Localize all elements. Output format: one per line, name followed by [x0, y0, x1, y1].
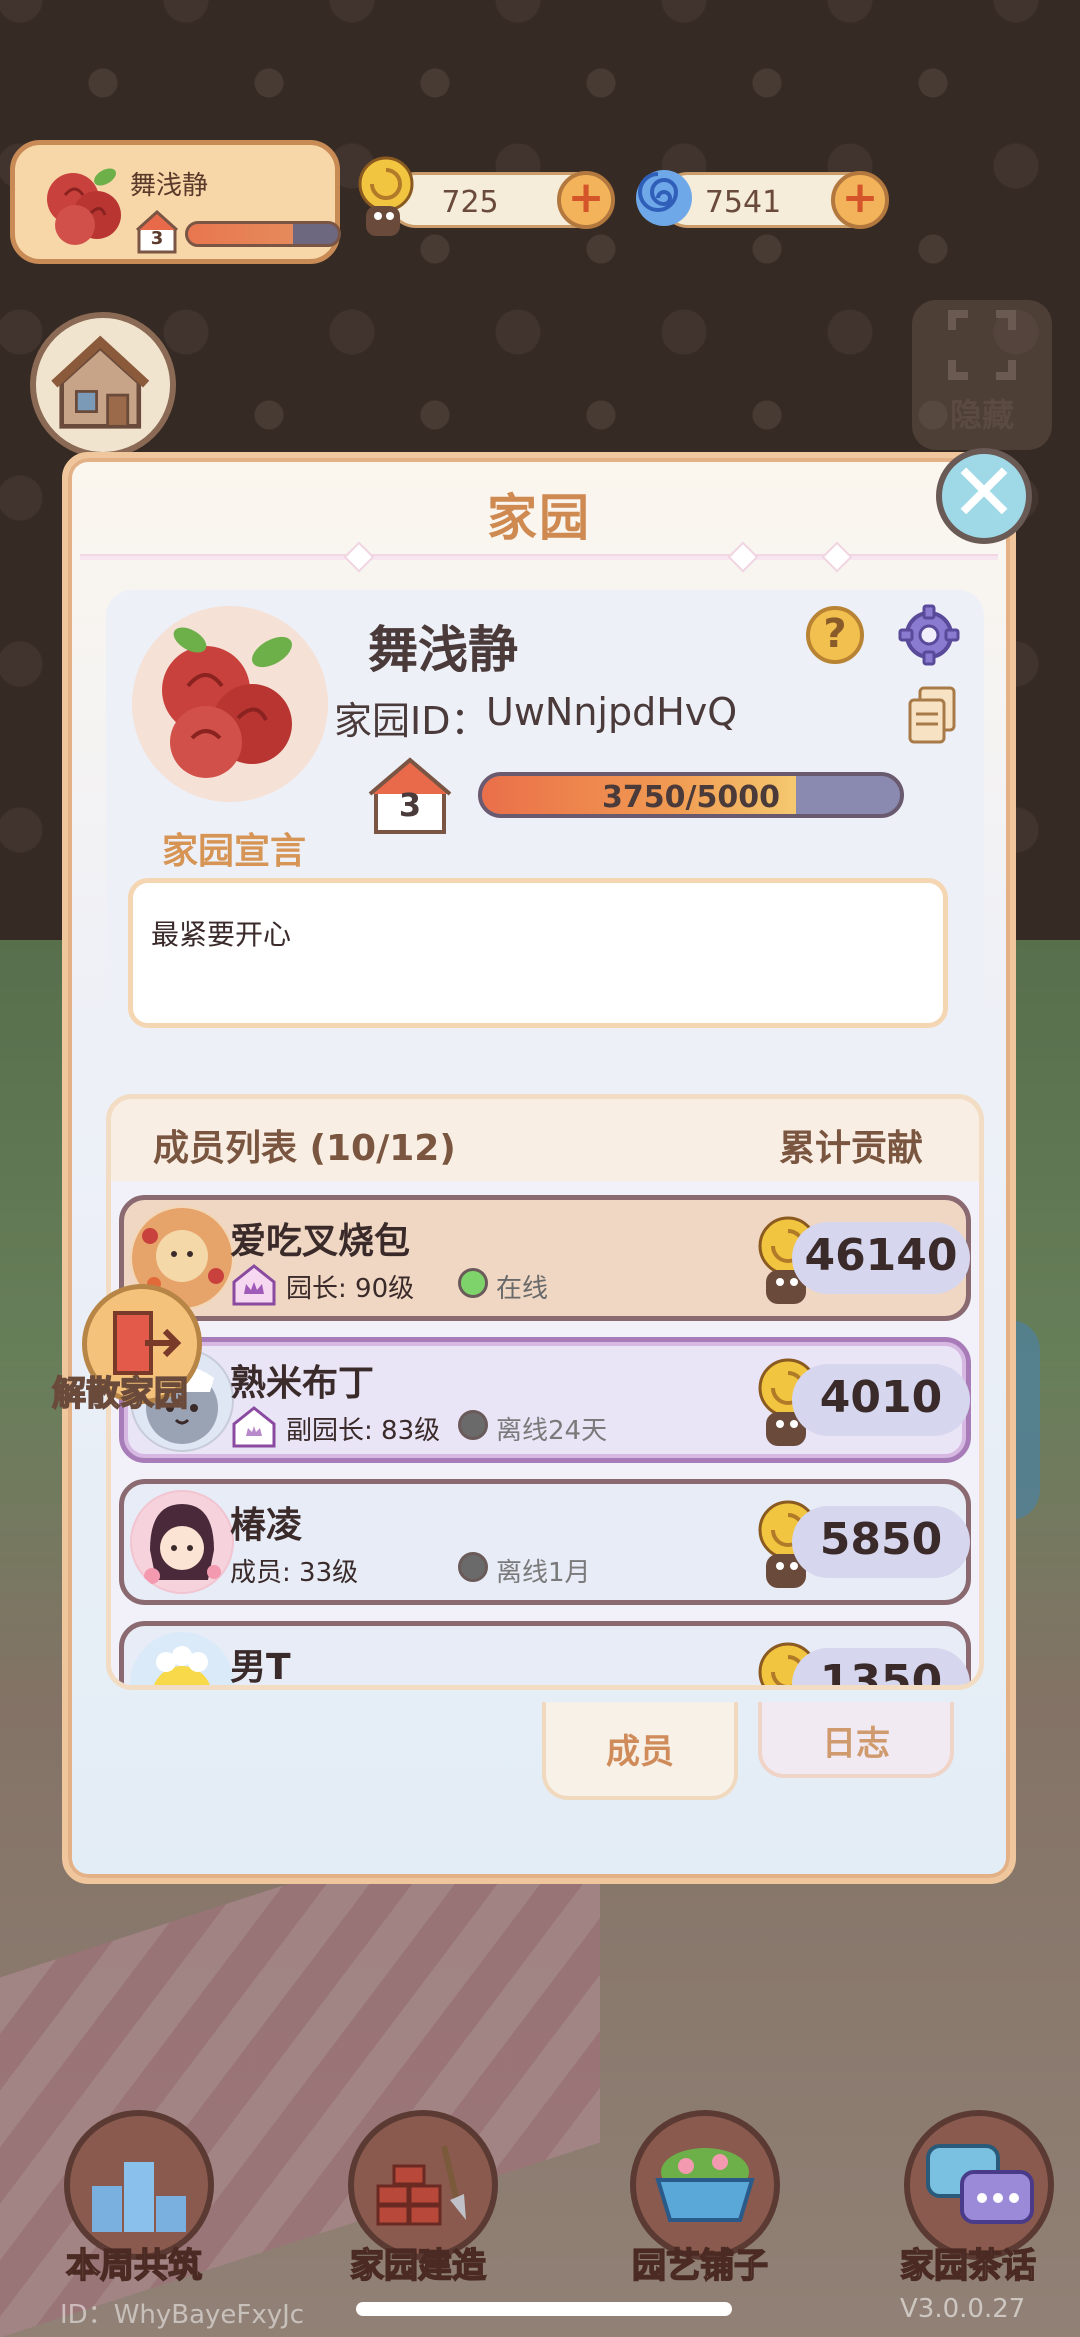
blue-swirl-icon — [636, 170, 692, 226]
member-name: 椿凌 — [230, 1505, 303, 1546]
bricks-icon — [376, 2145, 466, 2226]
member-name: 爱吃叉烧包 — [230, 1221, 411, 1262]
member-row[interactable]: 男T 1350 — [119, 1621, 971, 1690]
offline-status-dot — [458, 1410, 488, 1440]
hide-ui-button[interactable]: 隐藏 — [912, 300, 1052, 450]
member-contribution: 5850 — [819, 1514, 943, 1565]
player-profile-chip[interactable]: 舞浅静 3 — [10, 140, 341, 264]
garden-modal: 家园 舞浅静 ? 家园ID： UwNnjpdHvQ 3 3750/5000 家园… — [62, 452, 1016, 1884]
member-status: 离线1月 — [496, 1558, 591, 1588]
garden-exp-bar: 3750/5000 — [478, 772, 904, 818]
garden-exp-text: 3750/5000 — [602, 780, 780, 815]
modal-title: 家园 — [487, 489, 591, 547]
garden-id-value: UwNnjpdHvQ — [486, 690, 738, 734]
members-header: 成员列表 (10/12) 累计贡献 — [111, 1099, 979, 1181]
garden-level-badge: 3 — [368, 756, 452, 836]
nav-garden-chat-label: 家园茶话 — [899, 2245, 1037, 2287]
members-list[interactable]: 爱吃叉烧包 园长: 90级 在线 46140 熟米布丁 副园长: 83级 离线2… — [111, 1181, 979, 1685]
snail-currency: 725 + — [388, 171, 615, 229]
garden-name: 舞浅静 — [368, 621, 518, 679]
member-name: 熟米布丁 — [230, 1363, 375, 1404]
contribution-title: 累计贡献 — [778, 1128, 923, 1169]
player-level-bar-fill — [188, 224, 293, 244]
home-indicator[interactable] — [356, 2302, 732, 2316]
podium-icon — [92, 2162, 186, 2232]
member-role: 成员: 33级 — [230, 1558, 359, 1588]
player-level-bar — [185, 221, 341, 247]
member-avatar — [130, 1632, 234, 1685]
tab-log[interactable]: 日志 — [758, 1702, 954, 1778]
rose-avatar-icon — [47, 168, 121, 245]
player-level: 3 — [150, 228, 164, 249]
garden-id-label: 家园ID： — [334, 699, 489, 743]
member-name: 男T — [230, 1647, 291, 1688]
leader-crown-house-icon — [232, 1264, 276, 1306]
disband-garden-label: 解散家园 — [51, 1373, 189, 1415]
add-swirl-currency-button[interactable]: + — [831, 171, 889, 229]
member-status: 离线24天 — [496, 1416, 608, 1446]
footer-version: V3.0.0.27 — [900, 2294, 1026, 2324]
motto-label: 家园宣言 — [162, 831, 307, 872]
hide-ui-label: 隐藏 — [949, 396, 1014, 434]
member-contribution: 1350 — [819, 1656, 943, 1690]
garden-level: 3 — [398, 786, 422, 824]
help-button[interactable]: ? — [806, 606, 864, 664]
motto-text: 最紧要开心 — [151, 918, 292, 951]
member-row[interactable]: 熟米布丁 副园长: 83级 离线24天 4010 — [119, 1337, 971, 1463]
motto-box[interactable]: 最紧要开心 — [128, 878, 948, 1028]
title-divider — [80, 554, 998, 560]
member-role: 副园长: 83级 — [286, 1416, 441, 1446]
fullscreen-icon — [948, 310, 1016, 380]
member-contribution: 46140 — [804, 1230, 958, 1281]
close-button[interactable]: ✕ — [936, 448, 1032, 544]
member-row[interactable]: 椿凌 成员: 33级 离线1月 5850 — [119, 1479, 971, 1605]
house-icon — [51, 335, 150, 429]
garden-avatar — [132, 606, 328, 802]
player-name: 舞浅静 — [130, 171, 209, 201]
member-contribution: 4010 — [819, 1372, 943, 1423]
home-button[interactable] — [30, 312, 176, 458]
flower-basket-icon — [655, 2148, 755, 2222]
member-row[interactable]: 爱吃叉烧包 园长: 90级 在线 46140 — [119, 1195, 971, 1321]
tab-members-label: 成员 — [606, 1732, 674, 1772]
bee-avatar-icon — [132, 1634, 232, 1685]
tab-log-label: 日志 — [822, 1724, 890, 1764]
copy-icon[interactable] — [906, 686, 958, 746]
member-status: 在线 — [496, 1274, 549, 1304]
members-title: 成员列表 (10/12) — [153, 1128, 456, 1169]
rose-avatar-icon — [162, 627, 292, 778]
garden-info-card: 舞浅静 ? 家园ID： UwNnjpdHvQ 3 3750/5000 家园宣言 … — [106, 590, 984, 1068]
chat-bubbles-icon — [926, 2144, 1034, 2224]
snail-icon — [358, 156, 414, 236]
add-snail-currency-button[interactable]: + — [557, 171, 615, 229]
gear-icon[interactable] — [898, 604, 960, 666]
level-badge: 3 — [135, 210, 179, 254]
member-role: 园长: 90级 — [286, 1274, 415, 1304]
girl-avatar-icon — [132, 1492, 232, 1592]
nav-garden-shop-label: 园艺铺子 — [631, 2245, 769, 2287]
vice-leader-house-icon — [232, 1406, 276, 1448]
online-status-dot — [458, 1268, 488, 1298]
nav-weekly-build-label: 本周共筑 — [65, 2245, 203, 2287]
nav-garden-build-label: 家园建造 — [349, 2245, 487, 2287]
offline-status-dot — [458, 1552, 488, 1582]
footer-player-id: ID：WhyBayeFxyJc — [60, 2300, 305, 2330]
tab-members[interactable]: 成员 — [542, 1702, 738, 1800]
member-avatar — [130, 1490, 234, 1594]
members-panel: 成员列表 (10/12) 累计贡献 爱吃叉烧包 园长: 90级 在线 46140… — [106, 1094, 984, 1690]
